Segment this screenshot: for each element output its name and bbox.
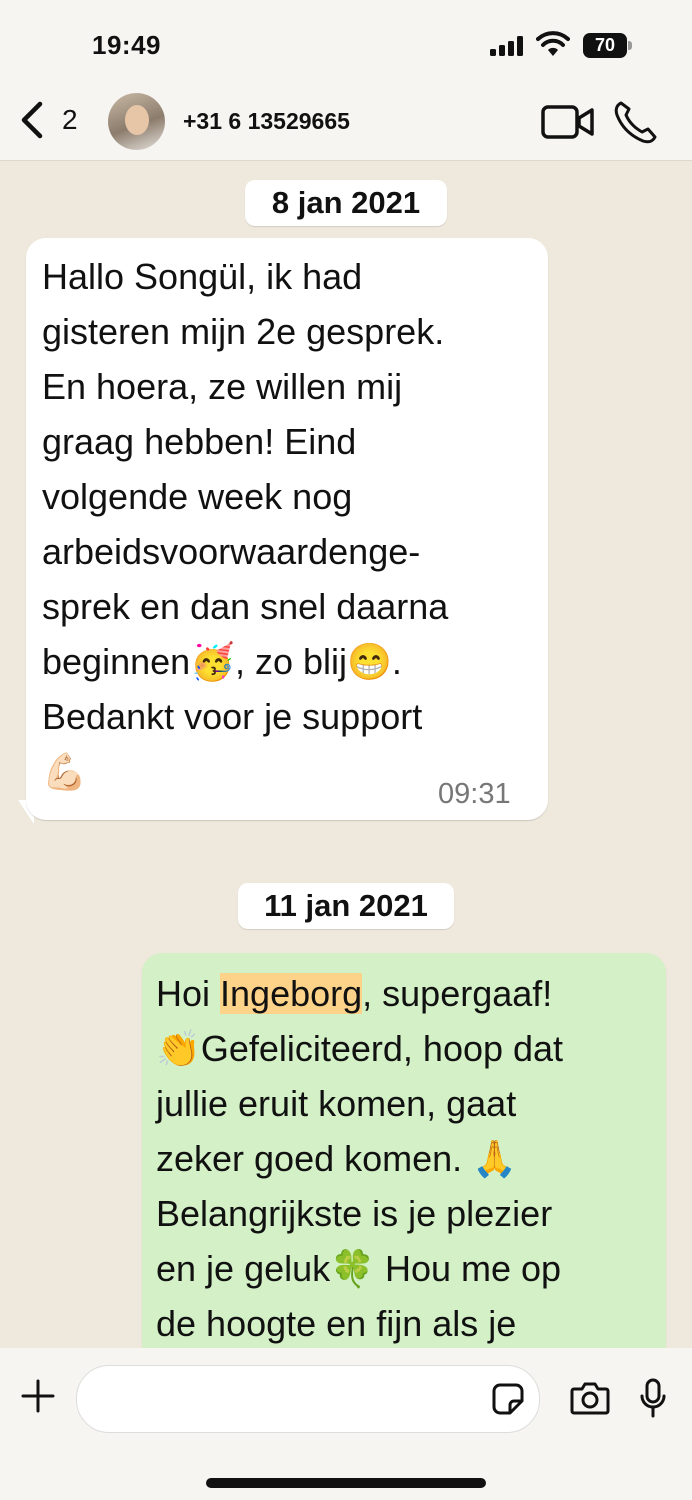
message-text-suffix: , supergaaf! 👏Gefeliciteerd, hoop dat ju… [156, 973, 564, 1344]
status-time: 19:49 [92, 30, 161, 60]
battery-tip [628, 41, 632, 50]
battery-icon: 70 [583, 33, 627, 58]
camera-icon[interactable] [570, 1381, 610, 1415]
date-separator: 11 jan 2021 [238, 883, 454, 929]
microphone-icon[interactable] [640, 1378, 666, 1418]
contact-avatar[interactable] [108, 93, 165, 150]
back-unread-count[interactable]: 2 [62, 104, 78, 136]
avatar-face [125, 105, 149, 135]
incoming-message-bubble[interactable]: Hallo Songül, ik had gisteren mijn 2e ge… [26, 238, 548, 820]
signal-icon [490, 36, 523, 56]
outgoing-message-bubble[interactable]: Hoi Ingeborg, supergaaf! 👏Gefeliciteerd,… [142, 953, 666, 1373]
message-text: Hallo Songül, ik had gisteren mijn 2e ge… [42, 256, 449, 792]
message-text-prefix: Hoi [156, 973, 221, 1014]
sticker-icon[interactable] [492, 1383, 524, 1415]
back-chevron-icon[interactable] [18, 100, 48, 140]
message-text: Hoi Ingeborg, supergaaf! 👏Gefeliciteerd,… [156, 966, 662, 1351]
date-separator: 8 jan 2021 [245, 180, 447, 226]
home-indicator [206, 1478, 486, 1488]
wifi-icon [536, 31, 570, 56]
phone-call-icon[interactable] [613, 100, 659, 144]
plus-icon[interactable] [20, 1378, 56, 1414]
message-time: 09:31 [438, 778, 511, 810]
highlighted-name: Ingeborg [220, 973, 363, 1014]
contact-name[interactable]: +31 6 13529665 [183, 108, 350, 135]
video-call-icon[interactable] [541, 104, 595, 140]
message-input[interactable] [76, 1365, 540, 1433]
